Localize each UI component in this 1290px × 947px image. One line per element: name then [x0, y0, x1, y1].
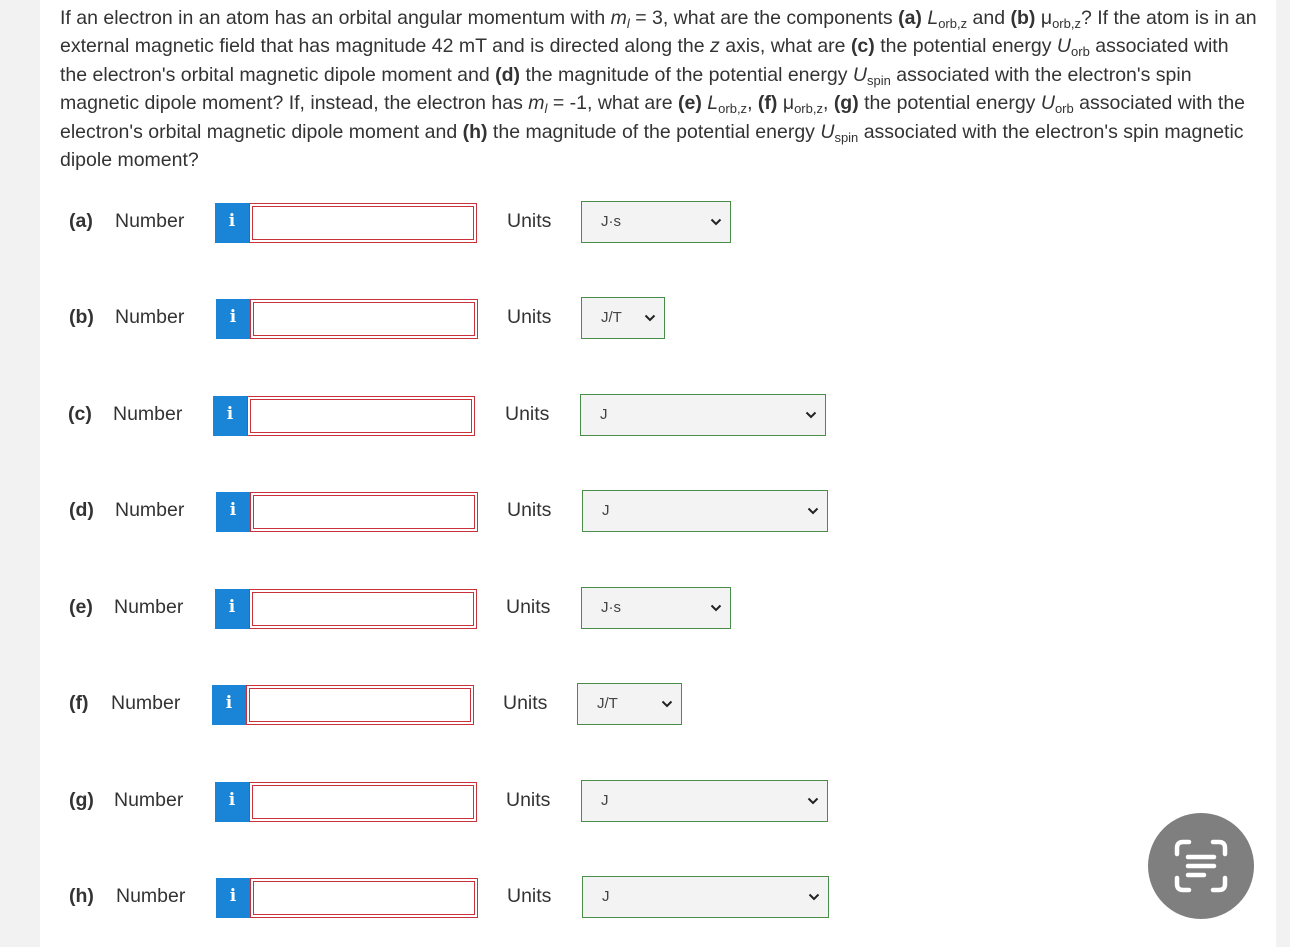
- units-select-value: J: [601, 792, 609, 809]
- input-inner-border: [253, 881, 475, 915]
- units-select-value: J: [602, 502, 610, 519]
- units-label: Units: [507, 306, 552, 328]
- answer-row-f: (f) Number i Units J/T: [0, 683, 1290, 725]
- units-select[interactable]: J·s: [581, 201, 731, 243]
- units-label: Units: [507, 885, 552, 907]
- number-label: Number: [114, 596, 184, 618]
- part-label: (a): [69, 210, 93, 232]
- number-label: Number: [115, 306, 185, 328]
- input-inner-border: [250, 399, 472, 433]
- number-label: Number: [114, 789, 184, 811]
- units-label: Units: [506, 596, 551, 618]
- number-label: Number: [116, 885, 186, 907]
- units-select[interactable]: J: [580, 394, 826, 436]
- units-select[interactable]: J/T: [581, 297, 665, 339]
- number-input[interactable]: [247, 396, 475, 436]
- info-icon[interactable]: i: [216, 878, 250, 918]
- number-input[interactable]: [246, 685, 474, 725]
- input-inner-border: [252, 206, 474, 240]
- chevron-down-icon: [644, 314, 656, 322]
- part-label: (g): [69, 789, 94, 811]
- number-input[interactable]: [250, 492, 478, 532]
- chevron-down-icon: [807, 507, 819, 515]
- input-inner-border: [253, 302, 475, 336]
- chevron-down-icon: [710, 604, 722, 612]
- units-select-value: J/T: [597, 695, 618, 712]
- units-select-value: J: [600, 406, 608, 423]
- part-label: (f): [69, 692, 89, 714]
- number-label: Number: [113, 403, 183, 425]
- info-icon[interactable]: i: [216, 492, 250, 532]
- number-input[interactable]: [250, 878, 478, 918]
- units-select-value: J·s: [601, 599, 621, 616]
- number-label: Number: [115, 210, 185, 232]
- units-select-value: J·s: [601, 213, 621, 230]
- info-icon[interactable]: i: [215, 203, 249, 243]
- scan-text-icon: [1174, 839, 1228, 893]
- number-label: Number: [111, 692, 181, 714]
- info-icon[interactable]: i: [213, 396, 247, 436]
- scan-text-button[interactable]: [1148, 813, 1254, 919]
- chevron-down-icon: [807, 797, 819, 805]
- number-input[interactable]: [249, 589, 477, 629]
- info-icon[interactable]: i: [215, 782, 249, 822]
- units-select-value: J: [602, 888, 610, 905]
- answer-row-c: (c) Number i Units J: [0, 394, 1290, 436]
- chevron-down-icon: [805, 411, 817, 419]
- units-select[interactable]: J/T: [577, 683, 682, 725]
- number-input[interactable]: [249, 782, 477, 822]
- input-inner-border: [249, 688, 471, 722]
- units-label: Units: [506, 789, 551, 811]
- part-label: (d): [69, 499, 94, 521]
- answer-row-b: (b) Number i Units J/T: [0, 297, 1290, 339]
- answer-row-d: (d) Number i Units J: [0, 490, 1290, 532]
- question-text: If an electron in an atom has an orbital…: [60, 7, 1257, 172]
- part-label: (b): [69, 306, 94, 328]
- number-input[interactable]: [250, 299, 478, 339]
- input-inner-border: [253, 495, 475, 529]
- number-input[interactable]: [249, 203, 477, 243]
- units-select[interactable]: J: [581, 780, 828, 822]
- units-select[interactable]: J·s: [581, 587, 731, 629]
- info-icon[interactable]: i: [216, 299, 250, 339]
- chevron-down-icon: [710, 218, 722, 226]
- input-inner-border: [252, 785, 474, 819]
- units-select-value: J/T: [601, 309, 622, 326]
- part-label: (c): [68, 403, 92, 425]
- number-label: Number: [115, 499, 185, 521]
- part-label: (e): [69, 596, 93, 618]
- units-label: Units: [507, 499, 552, 521]
- units-label: Units: [503, 692, 548, 714]
- chevron-down-icon: [661, 700, 673, 708]
- answer-row-h: (h) Number i Units J: [0, 876, 1290, 918]
- units-select[interactable]: J: [582, 876, 829, 918]
- input-inner-border: [252, 592, 474, 626]
- answer-row-e: (e) Number i Units J·s: [0, 587, 1290, 629]
- chevron-down-icon: [808, 893, 820, 901]
- answer-row-g: (g) Number i Units J: [0, 780, 1290, 822]
- part-label: (h): [69, 885, 94, 907]
- units-label: Units: [505, 403, 550, 425]
- units-label: Units: [507, 210, 552, 232]
- info-icon[interactable]: i: [212, 685, 246, 725]
- units-select[interactable]: J: [582, 490, 828, 532]
- info-icon[interactable]: i: [215, 589, 249, 629]
- answer-row-a: (a) Number i Units J·s: [0, 201, 1290, 243]
